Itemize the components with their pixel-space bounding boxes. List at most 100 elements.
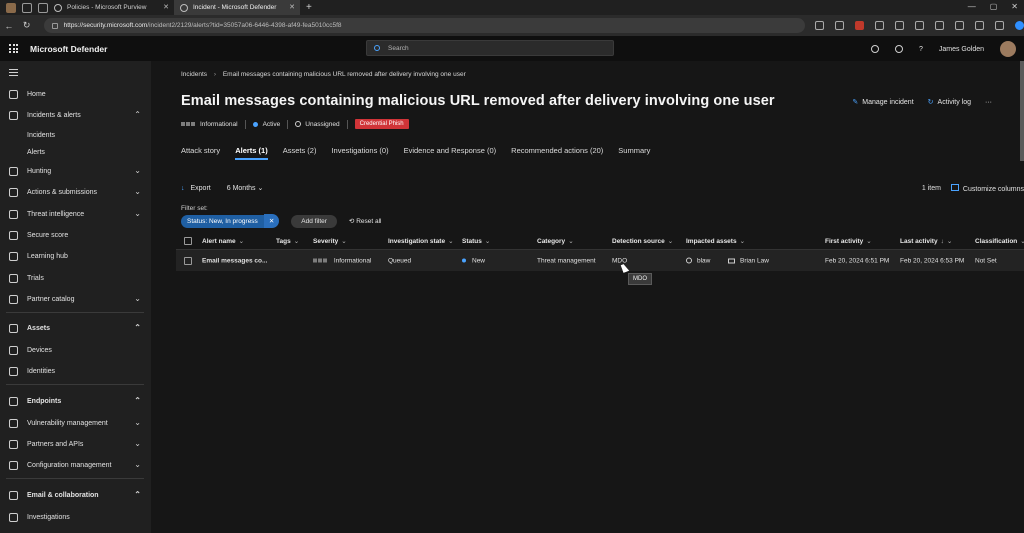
app-header: Microsoft Defender Search ? James Golden xyxy=(0,36,1024,61)
tab-summary[interactable]: Summary xyxy=(618,146,650,160)
close-window-button[interactable]: ✕ xyxy=(1011,2,1018,11)
row-checkbox[interactable] xyxy=(184,256,192,265)
export-button[interactable]: ↓ Export xyxy=(181,185,211,192)
nav-item-partner-catalog[interactable]: Partner catalog ⌄ xyxy=(0,290,151,308)
asset-device-value: Brian Law xyxy=(740,257,769,264)
extension-icon[interactable] xyxy=(895,21,904,30)
workspaces-icon[interactable] xyxy=(22,2,32,13)
tab-attack-story[interactable]: Attack story xyxy=(181,146,220,160)
status-value: New xyxy=(472,257,486,264)
browser-tab-purview[interactable]: Policies - Microsoft Purview ✕ xyxy=(48,0,174,15)
table-row[interactable]: Email messages co... Informational Queue… xyxy=(176,250,1024,271)
scrollbar[interactable] xyxy=(1020,61,1024,161)
favorites-icon[interactable] xyxy=(935,21,944,30)
extension-icon[interactable] xyxy=(855,21,864,30)
hamburger-icon[interactable] xyxy=(9,69,18,78)
select-all-checkbox[interactable] xyxy=(184,236,192,245)
column-header-severity[interactable]: Severity ⌄ xyxy=(313,237,347,245)
column-header-last-activity[interactable]: Last activity ↓ ⌄ xyxy=(900,237,952,245)
nav-item-trials[interactable]: Trials xyxy=(0,269,151,287)
extension-icon[interactable] xyxy=(875,21,884,30)
nav-item-vulnerability-management[interactable]: Vulnerability management ⌄ xyxy=(0,414,151,432)
activity-log-button[interactable]: ↻ Activity log xyxy=(928,98,971,106)
address-bar[interactable]: https://security.microsoft.com /incident… xyxy=(43,18,805,33)
reset-all-button[interactable]: ⟲ Reset all xyxy=(349,217,382,225)
tab-actions-icon[interactable] xyxy=(38,2,48,13)
divider xyxy=(287,119,289,129)
breadcrumb-incidents-link[interactable]: Incidents xyxy=(181,71,207,78)
nav-item-actions-submissions[interactable]: Actions & submissions ⌄ xyxy=(0,183,151,201)
column-header-classification[interactable]: Classification ⌄ xyxy=(975,237,1024,245)
nav-item-learning-hub[interactable]: Learning hub xyxy=(0,247,151,265)
nav-item-threat-intelligence[interactable]: Threat intelligence ⌄ xyxy=(0,205,151,223)
manage-incident-button[interactable]: ✎ Manage incident xyxy=(852,98,913,106)
user-name[interactable]: James Golden xyxy=(939,46,984,53)
new-tab-button[interactable]: + xyxy=(306,2,312,13)
nav-item-hunting[interactable]: Hunting ⌄ xyxy=(0,162,151,180)
nav-item-identities[interactable]: Identities xyxy=(0,362,151,380)
close-tab-icon[interactable]: ✕ xyxy=(289,3,295,11)
chevron-up-icon: ⌃ xyxy=(134,110,141,119)
column-header-status[interactable]: Status ⌄ xyxy=(462,237,490,245)
collections-icon[interactable] xyxy=(955,21,964,30)
nav-item-secure-score[interactable]: Secure score xyxy=(0,226,151,244)
column-header-label: First activity xyxy=(825,237,864,245)
split-screen-icon[interactable] xyxy=(915,21,924,30)
chevron-down-icon: ⌄ xyxy=(134,187,141,196)
profile-icon[interactable] xyxy=(6,2,16,13)
nav-item-assets[interactable]: Assets ⌃ xyxy=(0,319,151,337)
minimize-button[interactable]: — xyxy=(968,2,976,11)
tab-recommended-actions[interactable]: Recommended actions (20) xyxy=(511,146,603,160)
nav-item-devices[interactable]: Devices xyxy=(0,341,151,359)
tab-alerts[interactable]: Alerts (1) xyxy=(235,146,268,160)
partners-icon xyxy=(9,439,18,449)
tab-evidence-response[interactable]: Evidence and Response (0) xyxy=(404,146,497,160)
tab-investigations[interactable]: Investigations (0) xyxy=(331,146,388,160)
incident-meta: Informational Active Unassigned Credenti… xyxy=(181,119,409,129)
customize-columns-button[interactable]: Customize columns xyxy=(950,183,1024,193)
nav-item-endpoints[interactable]: Endpoints ⌃ xyxy=(0,392,151,410)
app-launcher-icon[interactable] xyxy=(9,44,18,53)
column-header-first-activity[interactable]: First activity ⌄ xyxy=(825,237,872,245)
alert-name-link[interactable]: Email messages co... xyxy=(202,257,267,264)
nav-item-incidents[interactable]: Incidents xyxy=(0,126,151,144)
column-header-alert-name[interactable]: Alert name ⌄ xyxy=(202,237,244,245)
column-header-category[interactable]: Category ⌄ xyxy=(537,237,574,245)
status-filter-chip[interactable]: Status: New, In progress xyxy=(181,214,264,228)
date-range-dropdown[interactable]: 6 Months ⌄ xyxy=(227,184,264,192)
column-header-detection-source[interactable]: Detection source ⌄ xyxy=(612,237,673,245)
nav-item-investigations[interactable]: Investigations xyxy=(0,508,151,526)
avatar[interactable] xyxy=(1000,41,1016,57)
nav-item-partners-apis[interactable]: Partners and APIs ⌄ xyxy=(0,435,151,453)
close-tab-icon[interactable]: ✕ xyxy=(163,3,169,11)
impacted-user-asset[interactable]: blaw xyxy=(686,257,710,264)
browser-tab-defender[interactable]: Incident - Microsoft Defender ✕ xyxy=(174,0,300,15)
column-header-impacted-assets[interactable]: Impacted assets ⌄ xyxy=(686,237,745,245)
maximize-button[interactable]: ▢ xyxy=(990,2,998,11)
favorite-star-icon[interactable] xyxy=(835,21,844,30)
refresh-icon[interactable]: ↻ xyxy=(18,20,36,31)
column-header-tags[interactable]: Tags ⌄ xyxy=(276,237,299,245)
nav-item-email-collaboration[interactable]: Email & collaboration ⌃ xyxy=(0,486,151,504)
more-tools-icon[interactable] xyxy=(995,21,1004,30)
nav-item-alerts[interactable]: Alerts xyxy=(0,143,151,161)
impacted-mailbox-asset[interactable]: Brian Law xyxy=(728,257,769,264)
browser-essentials-icon[interactable] xyxy=(975,21,984,30)
severity-value: Informational xyxy=(200,120,238,128)
remove-filter-icon[interactable]: ✕ xyxy=(263,214,280,228)
gear-icon[interactable] xyxy=(894,45,903,53)
tab-assets[interactable]: Assets (2) xyxy=(283,146,317,160)
more-actions-button[interactable]: ··· xyxy=(985,99,992,106)
column-header-investigation-state[interactable]: Investigation state ⌄ xyxy=(388,237,454,245)
back-icon[interactable]: ← xyxy=(0,21,18,31)
link-icon[interactable] xyxy=(870,45,879,53)
search-input[interactable]: Search xyxy=(366,40,614,56)
nav-item-home[interactable]: Home xyxy=(0,85,151,103)
add-filter-button[interactable]: Add filter xyxy=(291,214,337,228)
read-aloud-icon[interactable] xyxy=(815,21,824,30)
nav-item-incidents-alerts[interactable]: Incidents & alerts ⌃ xyxy=(0,106,151,124)
copilot-icon[interactable] xyxy=(1015,21,1024,30)
search-icon xyxy=(374,45,380,51)
nav-item-configuration-management[interactable]: Configuration management ⌄ xyxy=(0,456,151,474)
help-icon[interactable]: ? xyxy=(919,46,923,53)
